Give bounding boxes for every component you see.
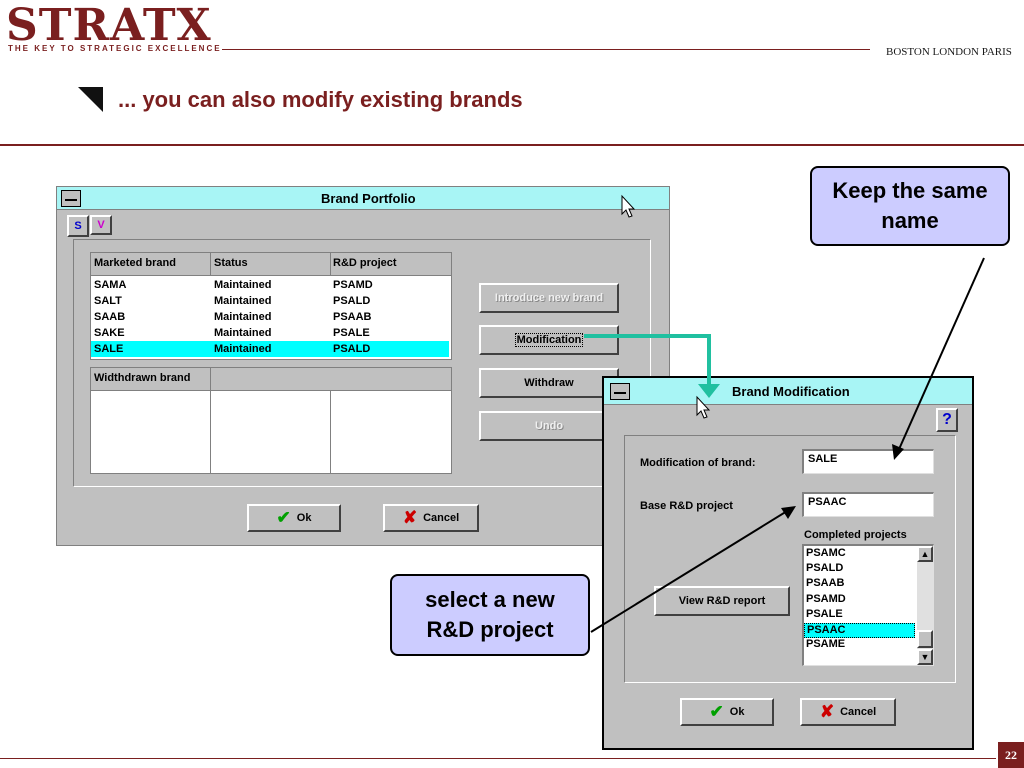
select-project-pointer bbox=[590, 506, 796, 633]
keep-name-pointer bbox=[892, 257, 985, 460]
connector-arrow bbox=[584, 334, 720, 398]
select-project-callout: select a new R&D project bbox=[390, 574, 590, 656]
page-number: 22 bbox=[998, 742, 1024, 768]
footer-rule bbox=[0, 758, 996, 759]
mouse-cursor-icon bbox=[696, 395, 711, 419]
keep-name-callout: Keep the same name bbox=[810, 166, 1010, 246]
mouse-cursor-icon bbox=[621, 194, 636, 218]
